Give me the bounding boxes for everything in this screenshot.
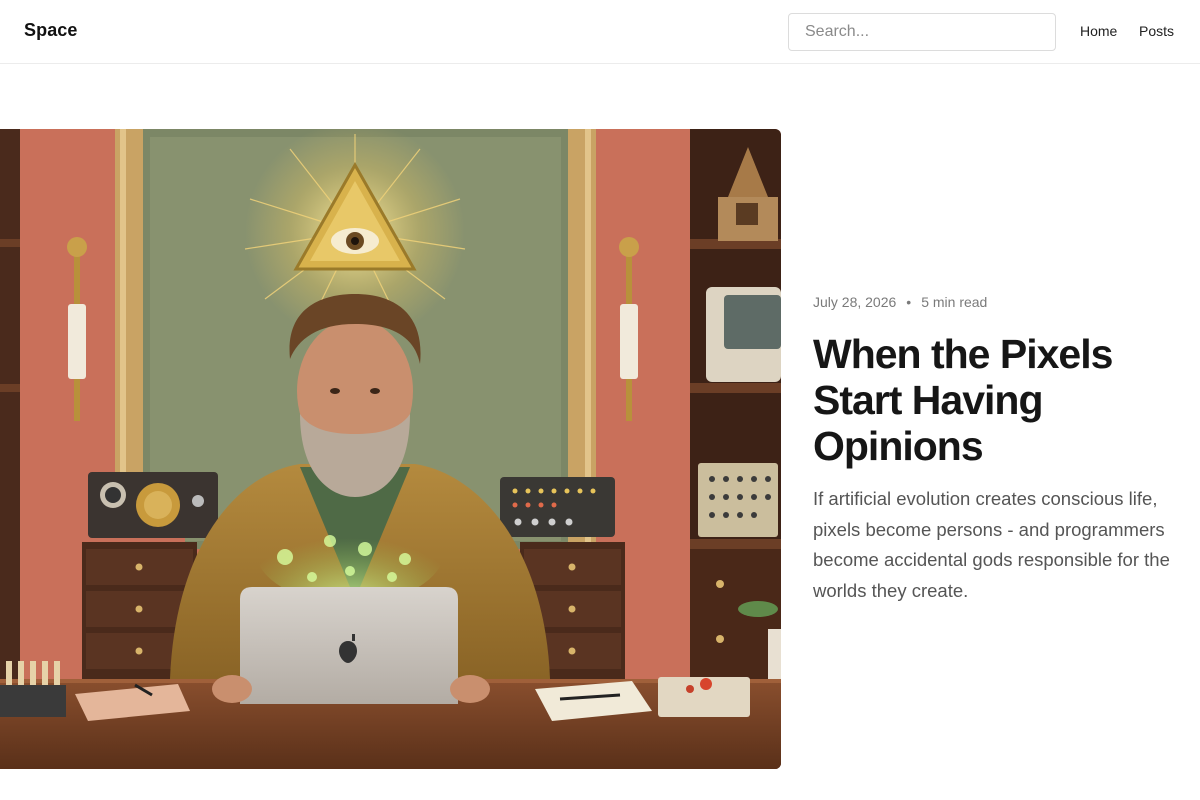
hero-illustration xyxy=(0,129,781,769)
post-title[interactable]: When the Pixels Start Having Opinions xyxy=(813,331,1183,469)
hero-image[interactable] xyxy=(0,129,781,769)
site-logo-link[interactable]: Space xyxy=(24,20,78,41)
post-date: July 28, 2026 xyxy=(813,294,897,310)
read-time: 5 min read xyxy=(921,294,988,310)
nav-posts-link[interactable]: Posts xyxy=(1139,23,1174,39)
nav-home-link[interactable]: Home xyxy=(1080,23,1117,39)
meta-separator: • xyxy=(906,294,912,310)
post-meta: July 28, 2026 • 5 min read xyxy=(813,294,987,310)
post-excerpt: If artificial evolution creates consciou… xyxy=(813,488,1170,601)
search-input[interactable] xyxy=(788,13,1056,51)
site-header: Space Home Posts xyxy=(0,0,1200,64)
